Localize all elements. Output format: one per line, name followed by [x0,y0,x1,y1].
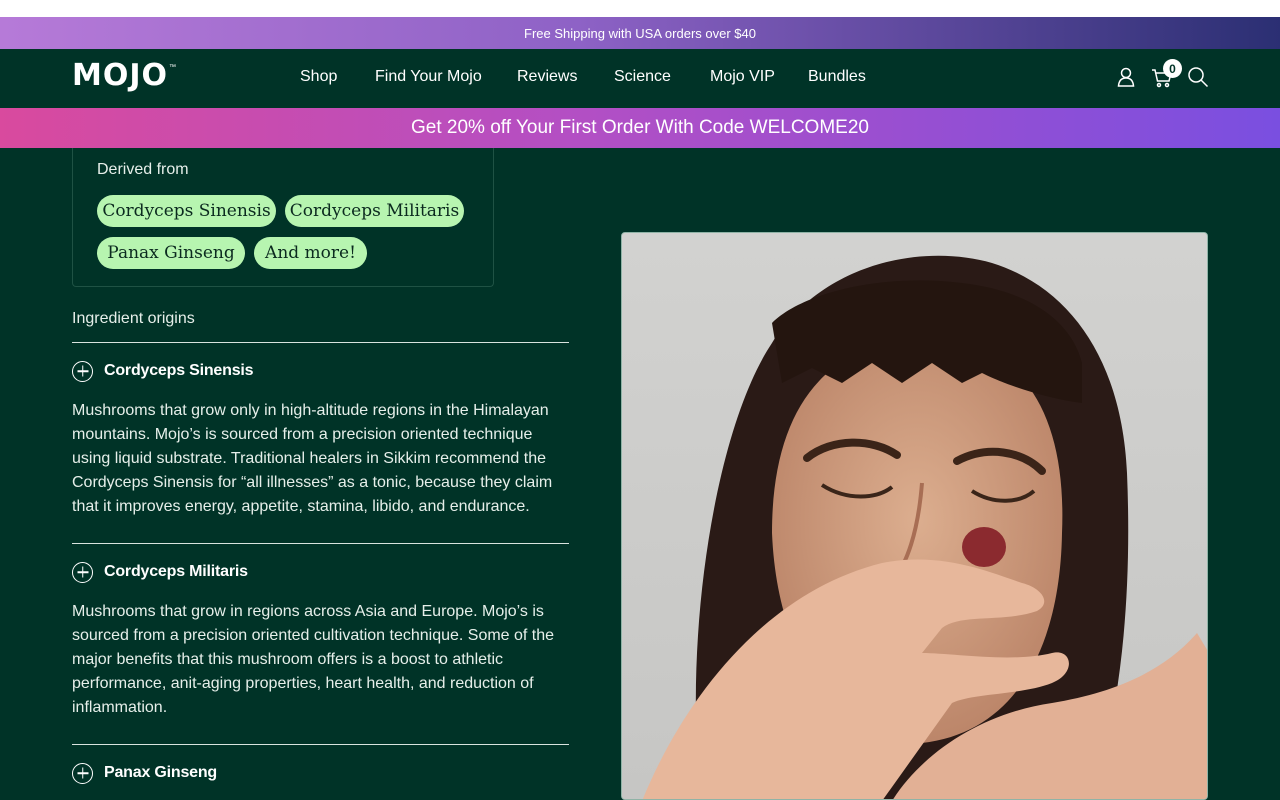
accordion-body-cordyceps-militaris: Mushrooms that grow in regions across As… [72,603,555,716]
accordion-title: Cordyceps Militaris [104,563,248,580]
mojo-logo[interactable]: MOJO ™ [72,60,176,94]
shipping-banner: Free Shipping with USA orders over $40 [0,17,1280,49]
nav-reviews[interactable]: Reviews [517,68,577,86]
shipping-banner-text: Free Shipping with USA orders over $40 [524,25,756,41]
accordion-title: Cordyceps Sinensis [104,362,254,379]
ingredient-pill-and-more: And more! [254,237,367,269]
nav-science[interactable]: Science [614,68,671,86]
plus-circle-icon [72,360,93,382]
accordion-body-cordyceps-sinensis: Mushrooms that grow only in high-altitud… [72,402,553,515]
ingredient-pill-panax-ginseng: Panax Ginseng [97,237,245,269]
logo-trademark: ™ [169,64,177,71]
logo-text: MOJO [72,58,169,93]
accordion-divider [72,744,569,745]
plus-circle-icon [72,561,93,583]
accordion-divider [72,543,569,544]
accordion-title: Panax Ginseng [104,764,217,781]
top-white-strip [0,0,1280,17]
promo-banner[interactable]: Get 20% off Your First Order With Code W… [0,108,1280,148]
nav-find-your-mojo[interactable]: Find Your Mojo [375,68,482,86]
ingredient-pill-cordyceps-militaris: Cordyceps Militaris [285,195,464,227]
ingredient-origins-label: Ingredient origins [72,310,195,327]
product-lifestyle-photo [621,232,1208,800]
accordion-header-cordyceps-sinensis[interactable]: Cordyceps Sinensis [72,360,254,382]
accordion-divider [72,342,569,343]
nav-bundles[interactable]: Bundles [808,68,866,86]
plus-circle-icon [72,762,93,784]
nav-shop[interactable]: Shop [300,68,337,86]
ingredient-pill-cordyceps-sinensis: Cordyceps Sinensis [97,195,276,227]
nav-mojo-vip[interactable]: Mojo VIP [710,68,775,86]
accordion-header-cordyceps-militaris[interactable]: Cordyceps Militaris [72,561,248,583]
user-icon[interactable] [1115,66,1137,88]
accordion-header-panax-ginseng[interactable]: Panax Ginseng [72,762,217,784]
search-icon[interactable] [1187,66,1209,88]
promo-banner-text: Get 20% off Your First Order With Code W… [411,117,869,138]
derived-from-label: Derived from [97,161,189,178]
main-header: MOJO ™ Shop Find Your Mojo Reviews Scien… [0,49,1280,108]
cart-count-badge: 0 [1163,59,1182,78]
